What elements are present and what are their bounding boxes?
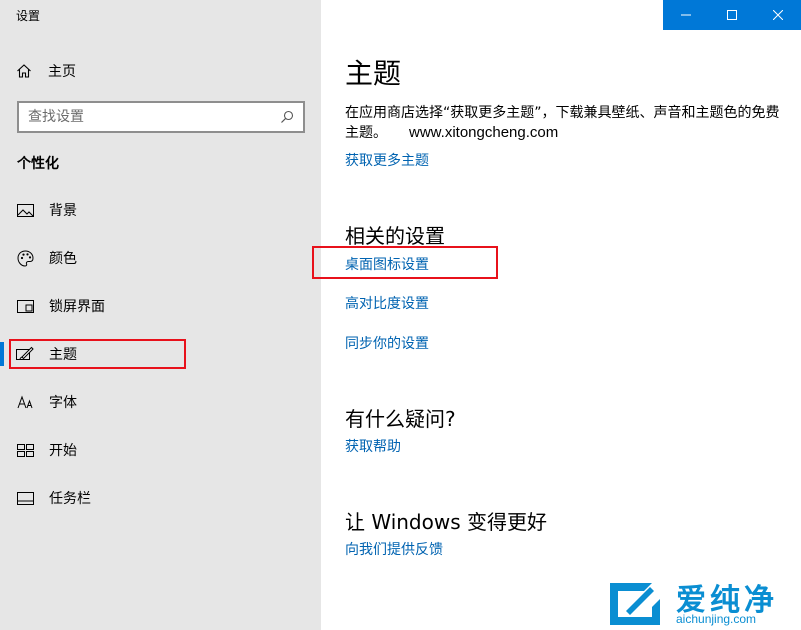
start-tiles-icon	[16, 441, 34, 459]
close-icon	[773, 10, 783, 20]
description-url: www.xitongcheng.com	[409, 124, 559, 141]
theme-brush-icon	[16, 345, 34, 363]
sidebar-item-lock-screen[interactable]: 锁屏界面	[0, 286, 321, 326]
minimize-icon	[681, 14, 691, 16]
watermark-logo-icon	[610, 583, 660, 625]
maximize-icon	[727, 10, 737, 20]
window-controls	[663, 0, 801, 30]
give-feedback-link[interactable]: 向我们提供反馈	[345, 539, 443, 559]
sidebar: 设置 主页 个性化 背景	[0, 0, 321, 630]
palette-icon	[16, 249, 34, 267]
sidebar-item-label: 字体	[49, 395, 77, 411]
home-label: 主页	[48, 64, 76, 80]
sidebar-item-colors[interactable]: 颜色	[0, 238, 321, 278]
sidebar-item-label: 锁屏界面	[49, 299, 105, 315]
home-icon	[17, 64, 31, 78]
font-icon	[16, 393, 34, 411]
sidebar-item-taskbar[interactable]: 任务栏	[0, 478, 321, 518]
section-label-personalization: 个性化	[17, 156, 59, 172]
sidebar-item-label: 开始	[49, 443, 77, 459]
related-settings-heading: 相关的设置	[345, 224, 445, 248]
page-title: 主题	[345, 57, 402, 90]
sidebar-item-label: 颜色	[49, 251, 77, 267]
sidebar-item-fonts[interactable]: 字体	[0, 382, 321, 422]
watermark: 爱纯净 aichunjing.com	[606, 575, 801, 630]
app-title: 设置	[16, 9, 41, 23]
desktop-icon-settings-link[interactable]: 桌面图标设置	[345, 254, 429, 274]
sidebar-item-start[interactable]: 开始	[0, 430, 321, 470]
maximize-button[interactable]	[709, 0, 755, 30]
feedback-heading: 让 Windows 变得更好	[345, 510, 547, 534]
search-input[interactable]	[19, 103, 275, 131]
sidebar-item-label: 背景	[49, 203, 77, 219]
get-help-link[interactable]: 获取帮助	[345, 436, 401, 456]
close-button[interactable]	[755, 0, 801, 30]
sync-settings-link[interactable]: 同步你的设置	[345, 333, 429, 353]
minimize-button[interactable]	[663, 0, 709, 30]
picture-icon	[16, 201, 34, 219]
watermark-domain: aichunjing.com	[676, 612, 757, 626]
questions-heading: 有什么疑问?	[345, 407, 456, 431]
sidebar-item-background[interactable]: 背景	[0, 190, 321, 230]
high-contrast-settings-link[interactable]: 高对比度设置	[345, 293, 429, 313]
theme-description: 在应用商店选择“获取更多主题”，下载兼具壁纸、声音和主题色的免费主题。 www.x…	[345, 103, 785, 143]
search-icon[interactable]	[275, 105, 299, 129]
taskbar-icon	[16, 489, 34, 507]
lock-screen-icon	[16, 297, 34, 315]
sidebar-item-themes[interactable]: 主题	[0, 334, 321, 374]
sidebar-item-label: 主题	[49, 347, 77, 363]
sidebar-item-label: 任务栏	[49, 491, 91, 507]
home-nav-item[interactable]: 主页	[16, 59, 76, 83]
search-box[interactable]	[17, 101, 305, 133]
get-more-themes-link[interactable]: 获取更多主题	[345, 150, 429, 170]
